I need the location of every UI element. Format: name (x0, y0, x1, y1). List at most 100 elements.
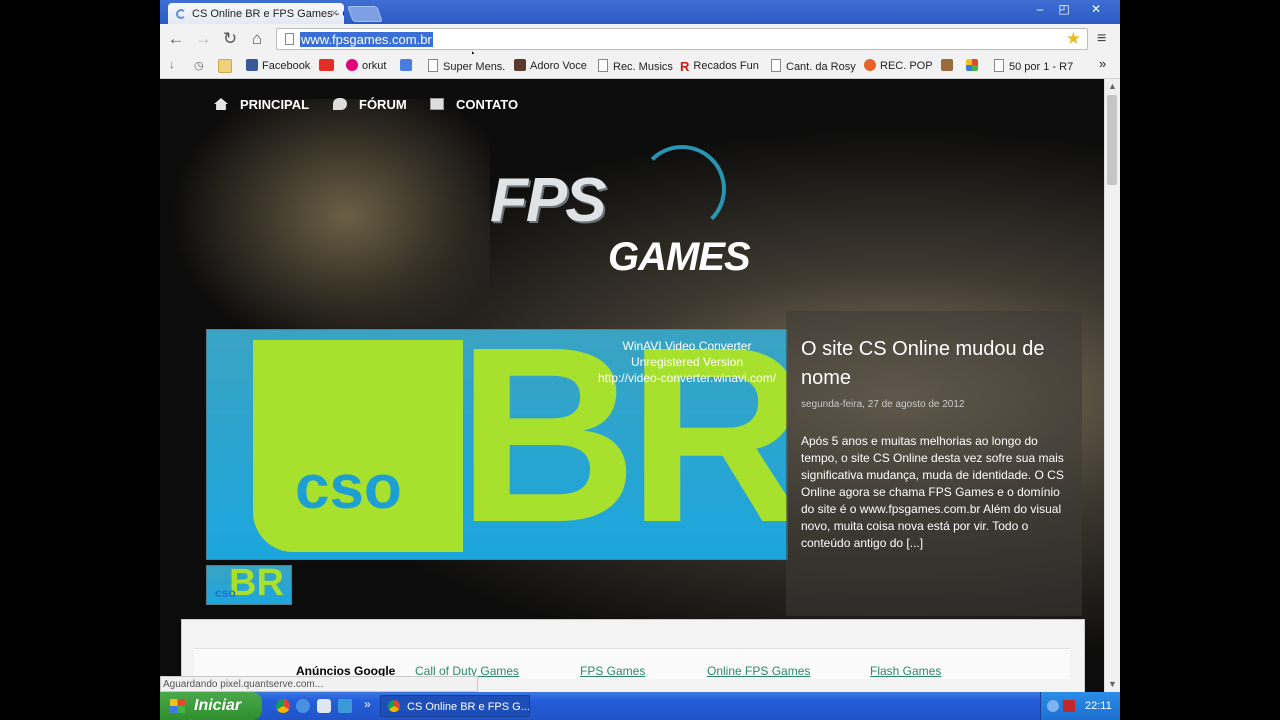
page-icon (598, 59, 608, 72)
back-button[interactable]: ← (165, 29, 187, 49)
start-button[interactable]: Iniciar (160, 692, 262, 720)
scroll-down-icon[interactable]: ▼ (1105, 677, 1120, 692)
title-bar: CS Online BR e FPS Games - C × – ◰ ✕ (160, 0, 1120, 24)
ie-quicklaunch-icon[interactable] (296, 699, 310, 713)
bookmark-adoro-voce[interactable]: Adoro Voce (514, 59, 587, 72)
bookmark-label: Super Mens. (443, 61, 506, 73)
ad-link[interactable]: Online FPS Games (707, 664, 810, 678)
bookmark-windows[interactable] (966, 59, 982, 72)
video-watermark: WinAVI Video Converter Unregistered Vers… (537, 338, 787, 386)
bookmark-label: Facebook (262, 60, 311, 72)
soldier-background-image (170, 99, 490, 359)
nav-forum[interactable]: FÓRUM (333, 97, 407, 112)
chrome-icon (388, 700, 400, 712)
minimize-button[interactable]: – (1030, 2, 1050, 17)
page-viewport: PRINCIPAL FÓRUM CONTATO FPS GAMES BR cso… (160, 79, 1104, 692)
recados-fun-icon: R (680, 59, 690, 74)
home-button[interactable]: ⌂ (246, 29, 268, 49)
bookmark-rec-pop[interactable]: REC. POP (864, 59, 933, 72)
bookmark-google[interactable] (400, 59, 416, 72)
bookmark-orkut[interactable]: orkut (346, 59, 386, 72)
tray-network-icon[interactable] (1047, 700, 1059, 712)
new-tab-button[interactable] (347, 6, 383, 22)
chrome-quicklaunch-icon[interactable] (276, 699, 290, 713)
bookmark-50-por-1[interactable]: 50 por 1 - R7 (994, 59, 1073, 73)
app-quicklaunch-icon[interactable] (317, 699, 331, 713)
scrollbar-thumb[interactable] (1107, 95, 1117, 185)
address-bar[interactable]: www.fpsgames.com.br ★ (276, 28, 1088, 50)
bookmark-label: REC. POP (880, 60, 933, 72)
bookmark-label: orkut (362, 60, 387, 72)
bookmark-cube[interactable] (941, 59, 957, 72)
bookmark-star-icon[interactable]: ★ (1066, 29, 1081, 49)
featured-image[interactable]: BR cso WinAVI Video Converter Unregister… (206, 329, 788, 560)
folder-icon[interactable] (218, 59, 236, 74)
browser-toolbar: ← → ↻ ⌂ www.fpsgames.com.br ★ ≡ (160, 24, 1120, 69)
nav-principal[interactable]: PRINCIPAL (214, 97, 309, 112)
article-panel: O site CS Online mudou de nome segunda-f… (786, 311, 1082, 616)
site-logo[interactable]: FPS GAMES (490, 129, 790, 289)
reload-button[interactable]: ↻ (219, 29, 241, 49)
start-label: Iniciar (194, 697, 242, 714)
bookmark-super-mens[interactable]: Super Mens. (428, 59, 505, 73)
page-icon (285, 33, 294, 45)
cube-icon (941, 59, 953, 71)
article-title[interactable]: O site CS Online mudou de nome (801, 335, 1071, 393)
browser-menu-icon[interactable]: ≡ (1097, 30, 1106, 48)
scroll-up-icon[interactable]: ▲ (1105, 79, 1120, 94)
ad-link[interactable]: Flash Games (870, 664, 941, 678)
taskbar-chrome-window[interactable]: CS Online BR e FPS G... (380, 695, 530, 717)
status-bubble: Aguardando pixel.quantserve.com... (160, 676, 478, 692)
bookmarks-overflow-button[interactable]: » (1099, 56, 1106, 71)
feature-thumbnail[interactable]: BR cso (206, 565, 292, 605)
watermark-line: http://video-converter.winavi.com/ (597, 371, 777, 385)
nav-contato[interactable]: CONTATO (430, 97, 518, 112)
feature-cso-text: cso (295, 453, 402, 522)
thumb-br-text: BR (229, 565, 284, 604)
windows-flag-icon (170, 699, 185, 713)
system-tray: 22:11 (1040, 692, 1120, 720)
url-text[interactable]: www.fpsgames.com.br (300, 32, 433, 47)
bookmark-cant-da-rosy[interactable]: Cant. da Rosy (771, 59, 856, 73)
clock[interactable]: 22:11 (1085, 692, 1112, 720)
google-icon (400, 59, 412, 71)
history-icon[interactable]: ◷ (194, 59, 204, 72)
bookmark-label: Adoro Voce (530, 60, 587, 72)
bookmark-rec-musics[interactable]: Rec. Musics (598, 59, 673, 73)
tray-app-icon[interactable] (1063, 700, 1075, 712)
windows-taskbar: Iniciar » CS Online BR e FPS G... 22:11 (160, 692, 1120, 720)
restore-button[interactable]: ◰ (1054, 2, 1074, 17)
downloads-icon[interactable]: ↓ (169, 59, 175, 71)
orkut-icon (346, 59, 358, 71)
bookmark-youtube[interactable] (319, 59, 338, 72)
logo-games-text: GAMES (608, 235, 751, 279)
youtube-icon (319, 59, 334, 71)
logo-ring-icon (638, 145, 726, 233)
nav-label: FÓRUM (359, 97, 407, 112)
facebook-icon (246, 59, 258, 71)
watermark-line: WinAVI Video Converter (622, 339, 752, 353)
ad-link[interactable]: FPS Games (580, 664, 645, 678)
forward-button[interactable]: → (192, 29, 214, 49)
windows-icon (966, 59, 978, 71)
envelope-icon (430, 98, 444, 110)
article-body: Após 5 anos e muitas melhorias ao longo … (801, 434, 1064, 550)
page-icon (994, 59, 1004, 72)
browser-tab[interactable]: CS Online BR e FPS Games - C × (168, 3, 344, 24)
logo-fps-text: FPS (490, 166, 607, 235)
tab-title: CS Online BR e FPS Games - C (192, 8, 344, 20)
watermark-line: Unregistered Version (630, 355, 744, 369)
bookmark-facebook[interactable]: Facebook (246, 59, 310, 72)
nav-label: PRINCIPAL (240, 97, 310, 112)
bookmark-label: Rec. Musics (613, 61, 673, 73)
settings-quicklaunch-icon[interactable] (338, 699, 352, 713)
bookmarks-bar: ↓ ◷ Facebook orkut Super Mens. Adoro Voc… (160, 54, 1120, 79)
vertical-scrollbar[interactable]: ▲ ▼ (1104, 79, 1120, 692)
bookmark-label: Cant. da Rosy (786, 61, 856, 73)
nav-label: CONTATO (456, 97, 519, 112)
ads-links-row: Anúncios Google Call of Duty Games FPS G… (194, 648, 1070, 679)
bookmark-recados-fun[interactable]: R Recados Fun (680, 59, 759, 74)
tab-close-icon[interactable]: × (331, 6, 338, 20)
quicklaunch-overflow-button[interactable]: » (364, 697, 371, 711)
close-window-button[interactable]: ✕ (1086, 2, 1106, 17)
